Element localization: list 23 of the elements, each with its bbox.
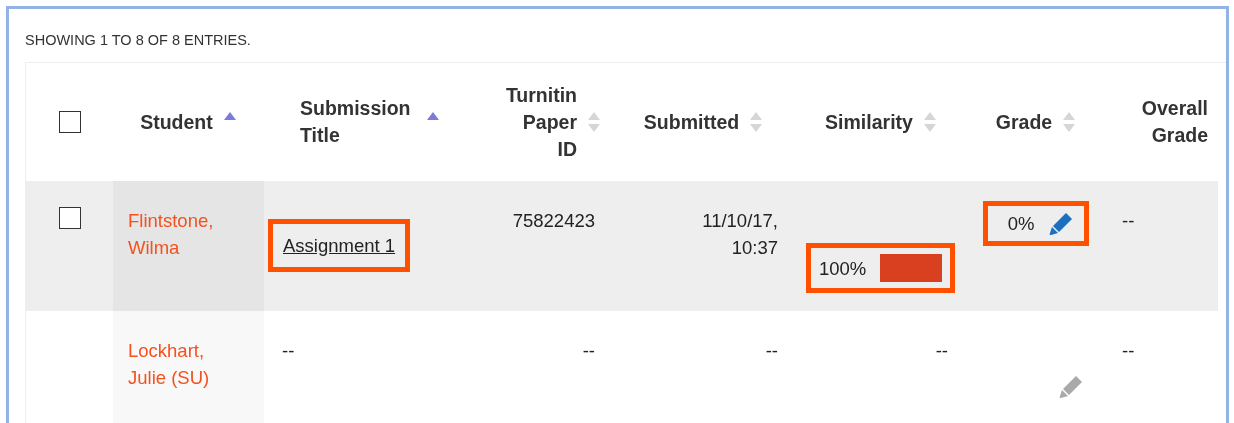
table-cell: 75822423 (512, 210, 595, 231)
table-cell-text: -- (765, 339, 778, 363)
table-cell: -- (1122, 210, 1135, 231)
table-cell: -- (282, 340, 295, 361)
column-header[interactable]: Submission Title (300, 95, 416, 149)
table-cell-text: 11/10/17, 10:37 (701, 209, 778, 260)
column-header[interactable]: Student (140, 108, 213, 136)
entries-summary: SHOWING 1 TO 8 OF 8 ENTRIES. (25, 32, 252, 50)
column-header[interactable]: Grade (995, 108, 1053, 136)
column-header[interactable]: Submitted (643, 108, 740, 136)
checkbox[interactable] (58, 207, 81, 229)
table-cell: -- (582, 340, 595, 361)
similarity-percent: 100% (819, 256, 867, 281)
grade-value: 0% (1007, 212, 1035, 236)
pencil-icon[interactable] (1048, 210, 1075, 237)
column-header[interactable]: Similarity (825, 108, 913, 136)
table-cell: -- (1122, 340, 1135, 361)
checkbox[interactable] (58, 111, 81, 133)
pencil-icon[interactable] (1058, 374, 1084, 400)
submission-title-link[interactable]: Assignment 1 (283, 232, 396, 259)
table-cell: -- (935, 340, 948, 361)
column-header[interactable]: Overall Grade (1108, 95, 1208, 149)
column-header[interactable]: Turnitin Paper ID (505, 81, 577, 163)
